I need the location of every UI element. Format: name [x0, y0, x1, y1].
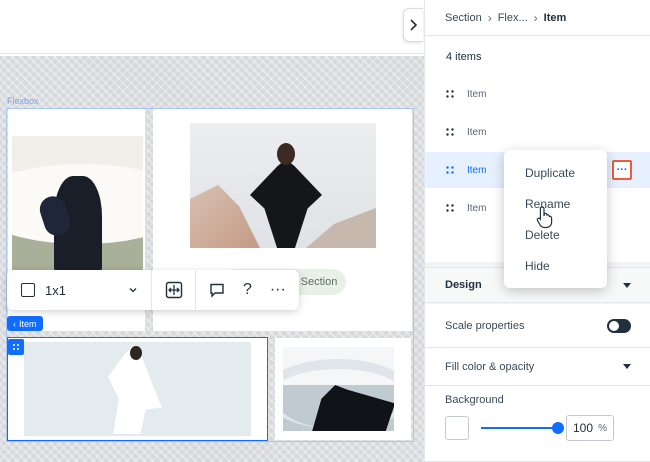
scale-properties-row: Scale properties	[425, 304, 650, 348]
drag-grip-icon[interactable]	[445, 127, 455, 137]
menu-item-duplicate[interactable]: Duplicate	[525, 166, 575, 180]
drag-handle-icon[interactable]	[8, 339, 24, 355]
floating-toolbar: 1x1 ? ···	[7, 270, 299, 310]
breadcrumb-section[interactable]: Section	[445, 12, 482, 24]
selected-item-tag-label: Item	[19, 318, 37, 329]
help-button[interactable]: ?	[236, 279, 258, 301]
fill-color-opacity-row[interactable]: Fill color & opacity	[425, 348, 650, 386]
list-item-label: Item	[467, 126, 487, 138]
collapse-panel-button[interactable]	[403, 8, 423, 42]
breadcrumb: Section › Flex... › Item	[425, 0, 650, 36]
chevron-left-icon: ‹	[13, 318, 16, 329]
aspect-ratio-value: 1x1	[45, 282, 66, 298]
flexbox-label: Flexbox	[7, 96, 39, 106]
opacity-slider-fill	[481, 427, 557, 429]
opacity-value: 100	[573, 421, 594, 435]
chevron-down-icon	[129, 288, 137, 293]
more-actions-button[interactable]: ···	[267, 279, 289, 301]
breadcrumb-flexbox[interactable]: Flex...	[498, 12, 528, 24]
opacity-unit: %	[598, 422, 607, 434]
scale-properties-label: Scale properties	[445, 319, 525, 332]
drag-grip-icon[interactable]	[445, 89, 455, 99]
menu-item-hide[interactable]: Hide	[525, 259, 550, 273]
list-item-label: Item	[467, 164, 487, 176]
canvas-top-bar	[0, 0, 424, 54]
opacity-input[interactable]: 100 %	[566, 415, 614, 441]
photo-model-reclining[interactable]	[283, 347, 394, 431]
caret-down-icon	[623, 364, 631, 369]
scale-properties-toggle[interactable]	[607, 318, 631, 333]
item-context-menu: Duplicate Rename Delete Hide	[504, 150, 607, 288]
list-item[interactable]: Item	[425, 114, 650, 150]
aspect-ratio-dropdown[interactable]: 1x1	[7, 270, 152, 310]
photo-model-dark-dress[interactable]	[12, 136, 143, 276]
comment-icon	[210, 283, 224, 298]
background-label: Background	[445, 394, 504, 406]
selected-item-tag[interactable]: ‹ Item	[7, 316, 43, 331]
photo-model-desert[interactable]	[190, 123, 376, 248]
drag-grip-icon[interactable]	[445, 165, 455, 175]
chevron-right-icon: ›	[487, 10, 492, 25]
background-row: Background 100 %	[425, 386, 650, 462]
selection-frame	[7, 337, 268, 441]
fill-color-label: Fill color & opacity	[445, 360, 535, 373]
menu-item-delete[interactable]: Delete	[525, 228, 560, 242]
toolbar-actions: ? ···	[196, 270, 299, 310]
editor-canvas: Flexbox Section ‹ Item 1x1 ? ···	[0, 0, 424, 462]
drag-grip-icon[interactable]	[445, 203, 455, 213]
comment-button[interactable]	[206, 279, 228, 301]
items-count: 4 items	[446, 51, 482, 63]
chevron-right-icon: ›	[533, 10, 538, 25]
background-color-swatch[interactable]	[445, 416, 469, 440]
help-icon: ?	[243, 281, 252, 298]
more-icon: ···	[616, 164, 628, 176]
item-more-actions-button[interactable]: ···	[612, 160, 632, 180]
breadcrumb-item: Item	[543, 11, 567, 24]
list-item-label: Item	[467, 88, 487, 100]
caret-down-icon	[623, 282, 631, 288]
list-item-label: Item	[467, 202, 487, 214]
stretch-icon	[165, 281, 182, 299]
chevron-right-icon	[410, 19, 418, 31]
list-item[interactable]: Item	[425, 76, 650, 112]
more-icon: ···	[269, 281, 286, 298]
square-icon	[21, 283, 35, 297]
stretch-button[interactable]	[152, 270, 196, 310]
opacity-slider[interactable]	[481, 427, 557, 429]
opacity-slider-handle[interactable]	[552, 422, 564, 434]
design-header-label: Design	[445, 279, 482, 291]
hand-cursor-icon	[536, 206, 553, 229]
